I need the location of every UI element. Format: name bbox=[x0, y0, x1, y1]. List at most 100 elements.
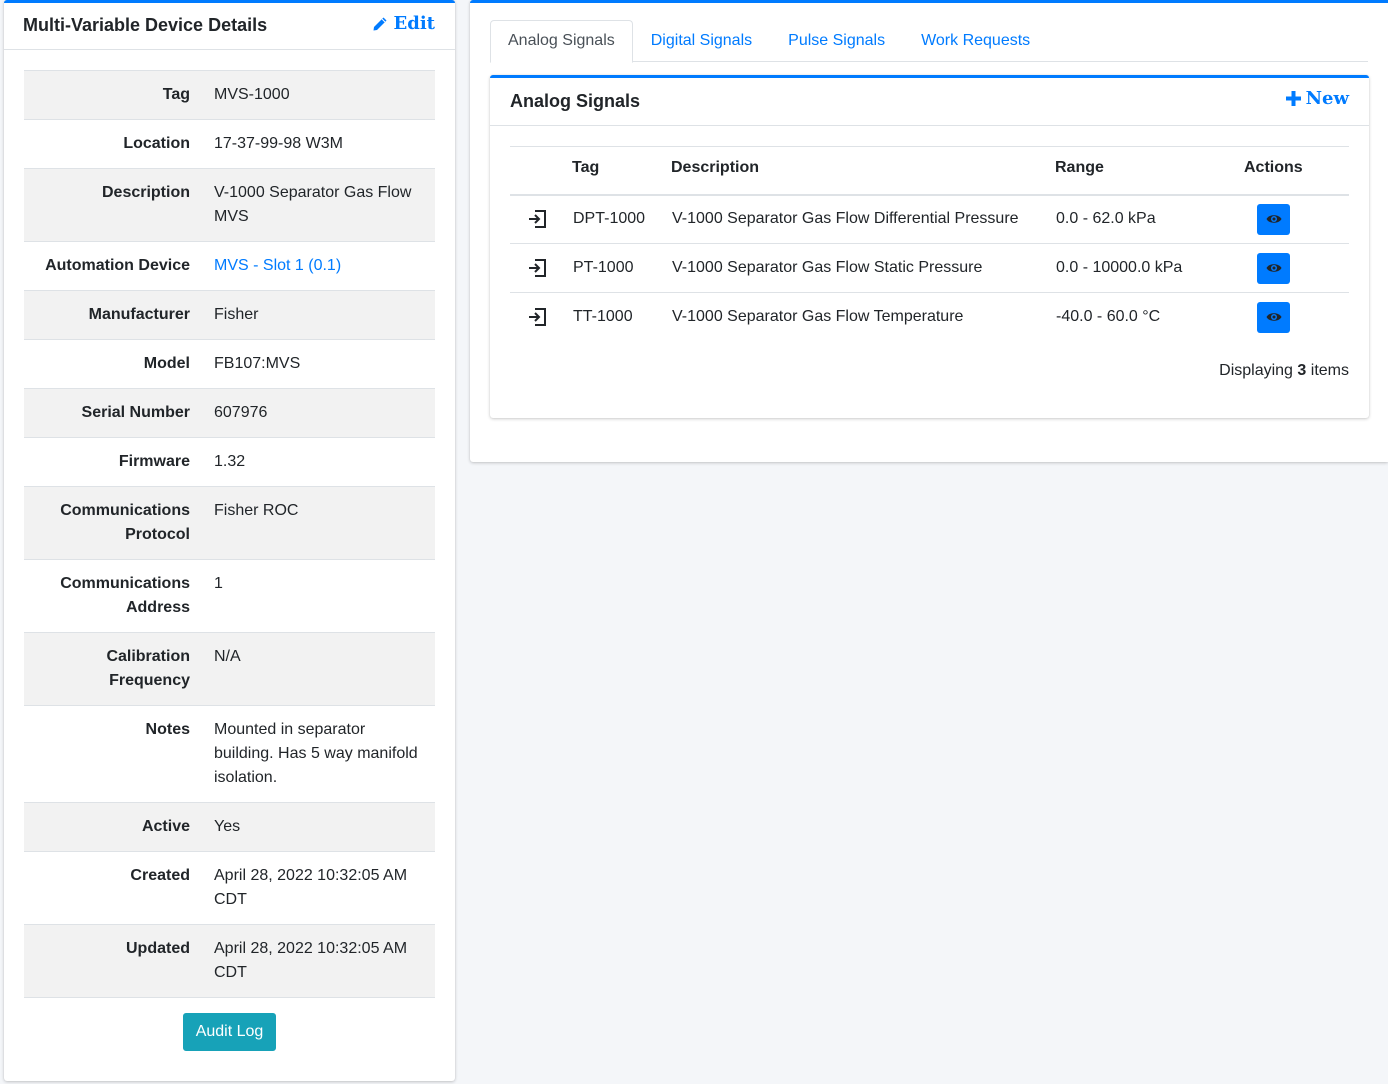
automation-device-link[interactable]: MVS - Slot 1 (0.1) bbox=[214, 241, 435, 291]
col-range: Range bbox=[1055, 146, 1244, 196]
detail-row: Active Yes bbox=[24, 802, 435, 852]
detail-row: Calibration Frequency N/A bbox=[24, 632, 435, 706]
detail-label: Description bbox=[24, 168, 214, 242]
detail-label: Calibration Frequency bbox=[24, 632, 214, 706]
audit-log-button[interactable]: Audit Log bbox=[183, 1013, 276, 1051]
tab-analog-signals[interactable]: Analog Signals bbox=[490, 20, 633, 63]
item-count-suffix: items bbox=[1310, 362, 1349, 379]
detail-value: N/A bbox=[214, 632, 435, 706]
detail-row: Manufacturer Fisher bbox=[24, 290, 435, 340]
item-count: Displaying 3 items bbox=[1219, 362, 1349, 380]
plus-icon bbox=[1285, 91, 1301, 106]
signal-icon-cell bbox=[510, 243, 572, 293]
detail-row: Automation Device MVS - Slot 1 (0.1) bbox=[24, 241, 435, 291]
detail-row: Location 17-37-99-98 W3M bbox=[24, 119, 435, 169]
detail-label: Communications Protocol bbox=[24, 486, 214, 560]
view-button[interactable] bbox=[1257, 203, 1290, 235]
view-button[interactable] bbox=[1257, 301, 1290, 333]
view-button[interactable] bbox=[1257, 252, 1290, 284]
detail-row: Tag MVS-1000 bbox=[24, 70, 435, 120]
card-title: Multi-Variable Device Details bbox=[23, 15, 268, 35]
signal-range: 0.0 - 62.0 kPa bbox=[1055, 194, 1244, 244]
col-icon bbox=[510, 146, 572, 196]
signal-actions bbox=[1244, 243, 1349, 293]
detail-label: Location bbox=[24, 119, 214, 169]
signal-range: -40.0 - 60.0 °C bbox=[1056, 308, 1161, 326]
new-label: New bbox=[1305, 88, 1349, 109]
signal-range: 0.0 - 10000.0 kPa bbox=[1055, 243, 1244, 293]
analog-signals-header: Analog Signals New bbox=[490, 78, 1369, 126]
card-header: Multi-Variable Device Details Edit bbox=[4, 3, 455, 50]
signal-description: V-1000 Separator Gas Flow Temperature bbox=[672, 308, 964, 326]
detail-value: Fisher ROC bbox=[214, 486, 435, 560]
detail-label: Model bbox=[24, 339, 214, 389]
item-count-prefix: Displaying bbox=[1219, 362, 1293, 379]
col-tag: Tag bbox=[572, 146, 671, 196]
detail-value: MVS-1000 bbox=[214, 70, 435, 120]
detail-label: Notes bbox=[24, 705, 214, 803]
eye-icon bbox=[1266, 264, 1281, 272]
detail-value: 17-37-99-98 W3M bbox=[214, 119, 435, 169]
detail-label: Communications Address bbox=[24, 559, 214, 633]
table-row: TT-1000 V-1000 Separator Gas Flow Tempera… bbox=[510, 293, 1349, 342]
signal-icon-cell bbox=[510, 194, 572, 244]
detail-value: FB107:MVS bbox=[214, 339, 435, 389]
detail-row: Created April 28, 2022 10:32:05 AM CDT bbox=[24, 851, 435, 925]
detail-value: 607976 bbox=[214, 388, 435, 438]
signals-table: Tag Description Range Actions DPT-1000 V-… bbox=[510, 146, 1349, 342]
tab-bar: Analog Signals Digital Signals Pulse Signa… bbox=[490, 20, 1368, 63]
eye-icon bbox=[1266, 313, 1281, 321]
sign-in-icon bbox=[529, 259, 546, 277]
detail-label: Serial Number bbox=[24, 388, 214, 438]
device-details-card: Multi-Variable Device Details Edit Tag MV… bbox=[4, 0, 455, 1081]
detail-value: 1.32 bbox=[214, 437, 435, 487]
sign-in-icon bbox=[529, 308, 546, 327]
signals-panel: Analog Signals Digital Signals Pulse Signa… bbox=[470, 0, 1388, 462]
detail-label: Active bbox=[24, 802, 214, 852]
detail-label: Manufacturer bbox=[24, 290, 214, 340]
signal-actions bbox=[1244, 293, 1349, 342]
table-row: PT-1000 V-1000 Separator Gas Flow Static … bbox=[510, 243, 1349, 293]
signal-actions bbox=[1244, 194, 1349, 244]
detail-row: Serial Number 607976 bbox=[24, 388, 435, 438]
signal-tag: TT-1000 bbox=[573, 308, 633, 326]
tab-digital-signals[interactable]: Digital Signals bbox=[633, 20, 770, 62]
analog-signals-title: Analog Signals bbox=[510, 91, 641, 111]
signals-header-row: Tag Description Range Actions bbox=[510, 146, 1349, 196]
detail-label: Firmware bbox=[24, 437, 214, 487]
signal-tag: PT-1000 bbox=[572, 243, 671, 293]
detail-value: V-1000 Separator Gas Flow MVS bbox=[214, 168, 435, 242]
detail-row: Description V-1000 Separator Gas Flow MVS bbox=[24, 168, 435, 242]
tab-work-requests[interactable]: Work Requests bbox=[903, 20, 1048, 62]
detail-row: Communications Address 1 bbox=[24, 559, 435, 633]
signal-icon-cell bbox=[510, 293, 572, 342]
col-actions: Actions bbox=[1244, 146, 1349, 196]
detail-row: Communications Protocol Fisher ROC bbox=[24, 486, 435, 560]
detail-label: Tag bbox=[24, 70, 214, 120]
edit-button[interactable]: Edit bbox=[372, 13, 435, 34]
detail-label: Created bbox=[24, 851, 214, 925]
tab-pulse-signals[interactable]: Pulse Signals bbox=[770, 20, 903, 62]
detail-row: Model FB107:MVS bbox=[24, 339, 435, 389]
details-table: Tag MVS-1000 Location 17-37-99-98 W3M Descri… bbox=[24, 70, 435, 998]
col-description: Description bbox=[671, 146, 1055, 196]
detail-label: Automation Device bbox=[24, 241, 214, 291]
new-signal-button[interactable]: New bbox=[1285, 88, 1349, 109]
detail-value: April 28, 2022 10:32:05 AM CDT bbox=[214, 851, 435, 925]
sign-in-icon bbox=[529, 210, 546, 229]
detail-value: April 28, 2022 10:32:05 AM CDT bbox=[214, 924, 435, 998]
signal-description: V-1000 Separator Gas Flow Differential P… bbox=[671, 194, 1055, 244]
table-row: DPT-1000 V-1000 Separator Gas Flow Differ… bbox=[510, 194, 1349, 244]
pencil-icon bbox=[373, 17, 387, 30]
edit-label: Edit bbox=[393, 13, 435, 34]
detail-label: Updated bbox=[24, 924, 214, 998]
signal-description: V-1000 Separator Gas Flow Static Pressur… bbox=[671, 243, 1055, 293]
detail-value: 1 bbox=[214, 559, 435, 633]
eye-icon bbox=[1266, 215, 1281, 223]
signal-tag: DPT-1000 bbox=[572, 194, 671, 244]
detail-row: Firmware 1.32 bbox=[24, 437, 435, 487]
page: Multi-Variable Device Details Edit Tag MV… bbox=[0, 0, 1388, 1084]
analog-signals-card: Analog Signals New Tag Description Range bbox=[490, 75, 1369, 418]
detail-row: Updated April 28, 2022 10:32:05 AM CDT bbox=[24, 924, 435, 998]
item-count-number: 3 bbox=[1297, 362, 1307, 379]
